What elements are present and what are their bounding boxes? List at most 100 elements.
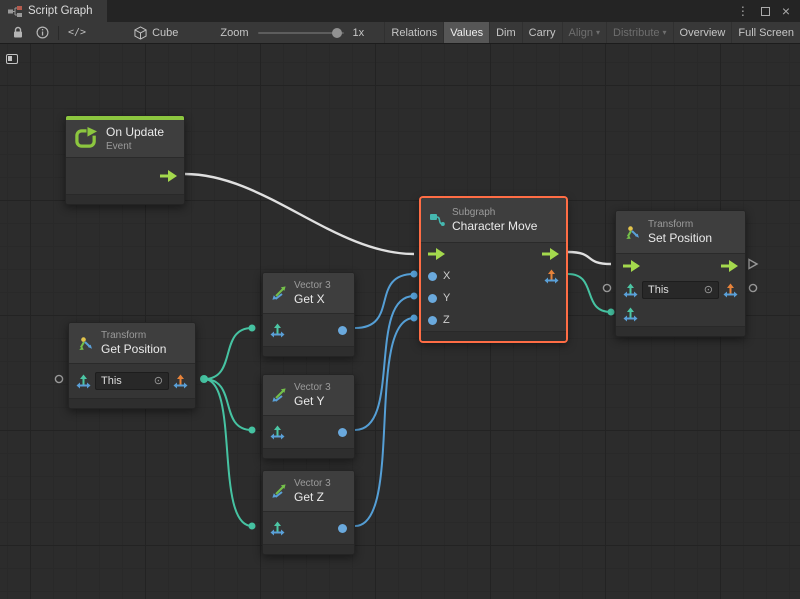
wire-charactermove-to-setposition[interactable]: [568, 252, 611, 264]
this-field[interactable]: This ⊙: [642, 281, 719, 299]
toolbar-buttons: Relations Values Dim Carry Align▾ Distri…: [384, 22, 800, 43]
graph-toolbar: </> Cube Zoom 1x Relations Values Dim Ca…: [0, 22, 800, 44]
toolbar-separator: [58, 26, 59, 40]
gety-input-nub[interactable]: [249, 427, 256, 434]
window-controls: ⋮ ×: [737, 0, 800, 22]
node-footer: [263, 448, 354, 458]
transform-input-port-icon[interactable]: [623, 283, 638, 298]
node-kind: Vector 3: [294, 279, 331, 292]
node-kind: Vector 3: [294, 477, 331, 490]
align-button[interactable]: Align▾: [562, 22, 606, 43]
wire-getposition-to-gety[interactable]: [204, 379, 252, 430]
menu-kebab-icon[interactable]: ⋮: [737, 5, 749, 17]
node-title: Get X: [294, 292, 331, 307]
vector-output-port-icon[interactable]: [544, 269, 559, 284]
transform-icon: [624, 224, 641, 241]
port-label-z: Z: [443, 314, 450, 326]
zoom-slider[interactable]: [258, 32, 344, 34]
transform-output-port-icon[interactable]: [723, 283, 738, 298]
values-button[interactable]: Values: [443, 22, 489, 43]
charactermove-z-input-nub[interactable]: [411, 315, 418, 322]
flow-output-port[interactable]: [721, 260, 738, 272]
node-on-update[interactable]: On Update Event: [65, 115, 185, 205]
target-picker-icon[interactable]: ⊙: [154, 376, 163, 387]
float-output-port[interactable]: [338, 428, 347, 437]
graph-target-label: Cube: [152, 27, 178, 39]
node-get-position[interactable]: Transform Get Position This ⊙: [68, 322, 196, 409]
vector3-icon: [271, 285, 287, 301]
close-icon[interactable]: ×: [782, 4, 790, 18]
charactermove-y-input-nub[interactable]: [411, 293, 418, 300]
fullscreen-button[interactable]: Full Screen: [731, 22, 800, 43]
relations-button[interactable]: Relations: [384, 22, 443, 43]
zoom-slider-knob[interactable]: [332, 28, 342, 38]
wire-onupdate-to-charactermove[interactable]: [185, 174, 414, 254]
code-icon[interactable]: </>: [62, 22, 92, 43]
vector3-icon: [271, 387, 287, 403]
node-character-move[interactable]: Subgraph Character Move X: [420, 197, 567, 342]
flow-output-port[interactable]: [542, 248, 559, 260]
loop-event-icon: [74, 127, 99, 150]
flow-output-port[interactable]: [160, 170, 177, 182]
carry-button[interactable]: Carry: [522, 22, 562, 43]
node-get-x[interactable]: Vector 3 Get X: [262, 272, 355, 357]
charactermove-x-input-nub[interactable]: [411, 271, 418, 278]
dim-button[interactable]: Dim: [489, 22, 522, 43]
vector3-icon: [271, 483, 287, 499]
this-field[interactable]: This ⊙: [95, 372, 169, 390]
vector-input-port-icon[interactable]: [623, 307, 638, 322]
tab-script-graph[interactable]: Script Graph: [0, 0, 107, 22]
info-icon[interactable]: [30, 22, 55, 43]
subgraph-icon: [429, 213, 445, 227]
graph-target[interactable]: Cube: [126, 26, 186, 40]
float-output-port[interactable]: [338, 326, 347, 335]
node-footer: [421, 331, 566, 341]
wire-getposition-to-getx[interactable]: [204, 328, 252, 379]
x-input-port[interactable]: [428, 272, 437, 281]
node-get-y[interactable]: Vector 3 Get Y: [262, 374, 355, 459]
setposition-flow-output-empty-nub[interactable]: [749, 260, 757, 269]
graph-canvas[interactable]: On Update Event Transform: [0, 44, 800, 599]
canvas-corner-icon[interactable]: [6, 54, 18, 64]
vector-input-port-icon[interactable]: [270, 323, 285, 338]
node-kind: Vector 3: [294, 381, 331, 394]
vector-input-port-icon[interactable]: [270, 521, 285, 536]
node-set-position[interactable]: Transform Set Position: [615, 210, 746, 337]
flow-input-port[interactable]: [623, 260, 640, 272]
setposition-this-output-empty-nub[interactable]: [749, 284, 756, 291]
transform-input-port-icon[interactable]: [76, 374, 91, 389]
vector-output-port-icon[interactable]: [173, 374, 188, 389]
overview-button[interactable]: Overview: [673, 22, 732, 43]
float-output-port[interactable]: [338, 524, 347, 533]
tab-title: Script Graph: [28, 5, 93, 17]
port-label-x: X: [443, 270, 450, 282]
node-kind: Transform: [648, 218, 712, 231]
flow-input-port[interactable]: [428, 248, 445, 260]
getz-input-nub[interactable]: [249, 523, 256, 530]
lock-icon[interactable]: [6, 22, 30, 43]
getposition-output-nub[interactable]: [200, 375, 208, 383]
setposition-this-empty-nub[interactable]: [603, 284, 610, 291]
distribute-button[interactable]: Distribute▾: [606, 22, 672, 43]
node-footer: [616, 326, 745, 336]
getx-input-nub[interactable]: [249, 325, 256, 332]
target-picker-icon[interactable]: ⊙: [704, 285, 713, 296]
node-subtitle: Event: [106, 140, 164, 153]
getposition-this-empty-nub[interactable]: [55, 375, 62, 382]
wire-getz-to-charactermove[interactable]: [355, 318, 414, 526]
node-footer: [69, 398, 195, 408]
wire-charactermove-to-setposition-value[interactable]: [568, 274, 611, 312]
node-footer: [263, 346, 354, 356]
zoom-label: Zoom: [220, 27, 248, 39]
node-get-z[interactable]: Vector 3 Get Z: [262, 470, 355, 555]
tab-bar: Script Graph ⋮ ×: [0, 0, 800, 22]
script-graph-icon: [8, 6, 22, 17]
node-title: Character Move: [452, 219, 537, 234]
vector-input-port-icon[interactable]: [270, 425, 285, 440]
setposition-value-input-nub[interactable]: [608, 309, 615, 316]
maximize-icon[interactable]: [761, 7, 770, 16]
chevron-down-icon: ▾: [596, 28, 600, 37]
y-input-port[interactable]: [428, 294, 437, 303]
z-input-port[interactable]: [428, 316, 437, 325]
node-footer: [66, 194, 184, 204]
